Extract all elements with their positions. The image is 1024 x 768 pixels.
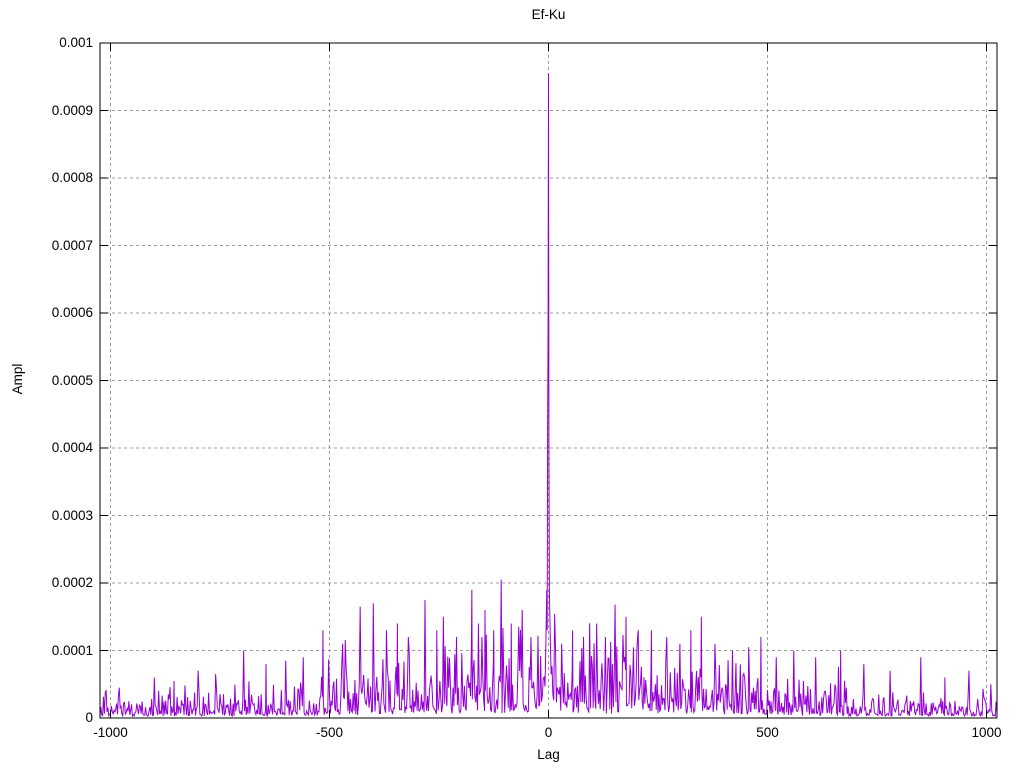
y-tick-label-0.0002: 0.0002 bbox=[51, 575, 93, 590]
chart-title: Ef-Ku bbox=[531, 7, 566, 22]
y-tick-label-0.0008: 0.0008 bbox=[51, 170, 93, 185]
y-tick-label-0.0001: 0.0001 bbox=[51, 642, 93, 658]
y-tick-label-0.0005: 0.0005 bbox=[51, 372, 93, 388]
x-axis-label: Lag bbox=[537, 747, 560, 762]
y-tick-label-0.0003: 0.0003 bbox=[51, 507, 93, 523]
y-tick-label-0.0004: 0.0004 bbox=[51, 440, 93, 455]
y-tick-label-0.0006: 0.0006 bbox=[51, 305, 93, 320]
y-tick-label-0.001: 0.001 bbox=[59, 35, 93, 50]
x-tick-label-1000: 1000 bbox=[971, 725, 1002, 740]
gnuplot-chart-window: Ef-Ku Ampl Lag 0 0.0001 0.0002 0.0003 0.0004… bbox=[0, 0, 1024, 768]
y-tick-label-0.0009: 0.0009 bbox=[51, 102, 93, 118]
y-tick-label-0: 0 bbox=[85, 710, 93, 725]
x-tick-label-500: 500 bbox=[756, 725, 779, 740]
y-tick-label-0.0007: 0.0007 bbox=[51, 237, 93, 253]
x-tick-label--1000: -1000 bbox=[93, 725, 128, 740]
chart-plot-area bbox=[99, 42, 998, 719]
x-tick-label--500: -500 bbox=[315, 725, 344, 740]
x-tick-label-0: 0 bbox=[544, 725, 553, 740]
